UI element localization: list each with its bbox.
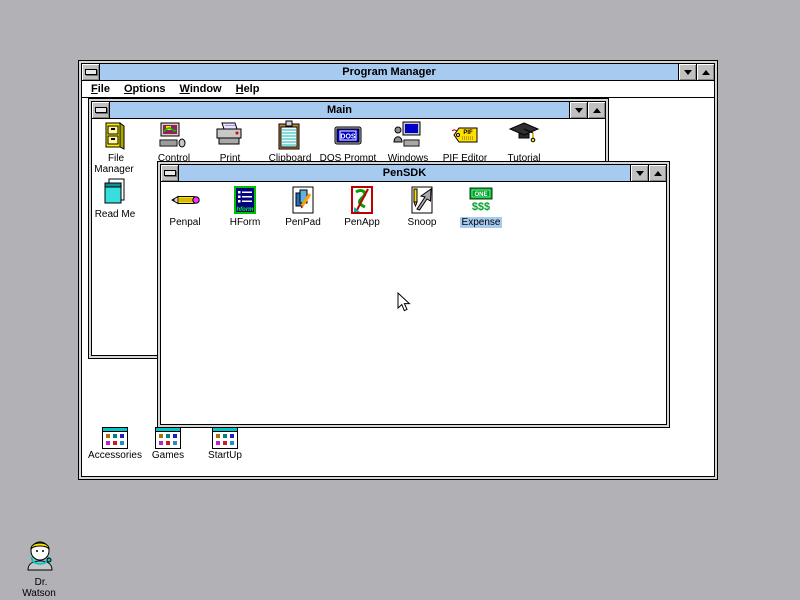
windows-setup-icon [393, 121, 421, 147]
group-icon-startup[interactable]: StartUp [193, 427, 257, 461]
penapp-icon [351, 186, 373, 214]
program-item-tutorial[interactable]: Tutorial [493, 120, 555, 164]
program-item-snoop[interactable]: Snoop [391, 184, 453, 228]
snoop-icon [411, 186, 433, 214]
window-title: Program Manager [342, 66, 436, 78]
desktop: { "colors": { "titlebar": "#a6caf0", "de… [0, 0, 800, 600]
system-menu-icon [163, 170, 176, 176]
icon-label-selected: Expense [459, 217, 503, 228]
menu-file[interactable]: File [84, 82, 117, 97]
minimize-button[interactable] [630, 165, 648, 181]
program-item-dos-prompt[interactable]: DOS DOS Prompt [317, 120, 379, 164]
maximize-icon [592, 107, 601, 113]
pensdk-group-client: Penpal hform HForm PenPad PenApp Snoop O… [161, 182, 666, 424]
icon-label: Snoop [407, 217, 437, 228]
program-manager-client: Main File Manager Control Print Clipboar… [82, 98, 714, 476]
hform-icon: hform [234, 186, 256, 214]
icon-label: File Manager [94, 153, 134, 175]
expense-icon: ONE $$$ [469, 187, 493, 213]
icon-label: Games [151, 450, 185, 461]
icon-label: PenApp [344, 217, 380, 228]
maximize-button[interactable] [696, 64, 714, 80]
menu-help[interactable]: Help [229, 82, 267, 97]
system-menu-button[interactable] [161, 165, 179, 181]
menu-window[interactable]: Window [173, 82, 229, 97]
dr-watson-icon [27, 541, 53, 571]
program-item-hform[interactable]: hform HForm [214, 184, 276, 228]
program-group-icon [155, 427, 181, 449]
icon-label: Read Me [94, 209, 136, 220]
svg-text:ONE: ONE [474, 192, 487, 198]
group-title: Main [326, 104, 353, 116]
control-panel-icon [159, 122, 186, 148]
menu-options[interactable]: Options [117, 82, 173, 97]
system-menu-button[interactable] [82, 64, 100, 80]
program-manager-titlebar[interactable]: Program Manager [82, 64, 714, 81]
icon-label: StartUp [208, 450, 242, 461]
system-menu-button[interactable] [92, 102, 110, 118]
program-item-read-me[interactable]: Read Me [92, 176, 146, 220]
minimize-icon [683, 69, 692, 75]
menu-bar: File Options Window Help [82, 81, 714, 98]
penpal-icon [171, 195, 200, 205]
program-manager-window: Program Manager File Options Window Help… [78, 60, 718, 480]
maximize-button[interactable] [587, 102, 605, 118]
tutorial-icon [508, 122, 540, 143]
system-menu-icon [84, 69, 97, 75]
maximize-icon [653, 170, 662, 176]
group-title: PenSDK [382, 167, 427, 179]
system-menu-icon [94, 107, 107, 113]
icon-label: PenPad [285, 217, 321, 228]
mouse-cursor [397, 292, 411, 312]
program-item-file-manager[interactable]: File Manager [92, 120, 146, 175]
pif-editor-icon: PIF [451, 127, 478, 143]
icon-label: Penpal [169, 217, 201, 228]
svg-text:$$$: $$$ [472, 201, 490, 213]
pensdk-group-window: PenSDK Penpal hform HForm PenPad PenApp … [157, 161, 670, 428]
svg-text:hform: hform [237, 207, 255, 213]
dos-prompt-icon: DOS [334, 126, 362, 145]
svg-text:PIF: PIF [463, 130, 473, 136]
program-item-penpad[interactable]: PenPad [272, 184, 334, 228]
file-manager-icon [105, 122, 125, 150]
read-me-icon [104, 178, 125, 204]
minimize-icon [574, 107, 583, 113]
desktop-icon-dr-watson[interactable]: Dr. Watson [18, 536, 62, 599]
group-icon-games[interactable]: Games [136, 427, 200, 461]
maximize-button[interactable] [648, 165, 666, 181]
maximize-icon [701, 69, 710, 75]
program-item-pif-editor[interactable]: PIF PIF Editor [434, 120, 496, 164]
program-item-penapp[interactable]: PenApp [331, 184, 393, 228]
program-item-penpal[interactable]: Penpal [161, 184, 216, 228]
minimize-button[interactable] [569, 102, 587, 118]
print-manager-icon [216, 122, 242, 145]
svg-text:DOS: DOS [340, 134, 356, 141]
penpad-icon [292, 186, 314, 214]
main-group-titlebar[interactable]: Main [92, 102, 605, 119]
minimize-button[interactable] [678, 64, 696, 80]
program-group-icon [102, 427, 128, 449]
pensdk-group-titlebar[interactable]: PenSDK [161, 165, 666, 182]
icon-label: Dr. Watson [22, 577, 56, 599]
program-item-expense[interactable]: ONE $$$ Expense [450, 184, 512, 228]
minimize-icon [635, 170, 644, 176]
clipboard-viewer-icon [278, 120, 300, 150]
program-group-icon [212, 427, 238, 449]
icon-label: HForm [229, 217, 261, 228]
